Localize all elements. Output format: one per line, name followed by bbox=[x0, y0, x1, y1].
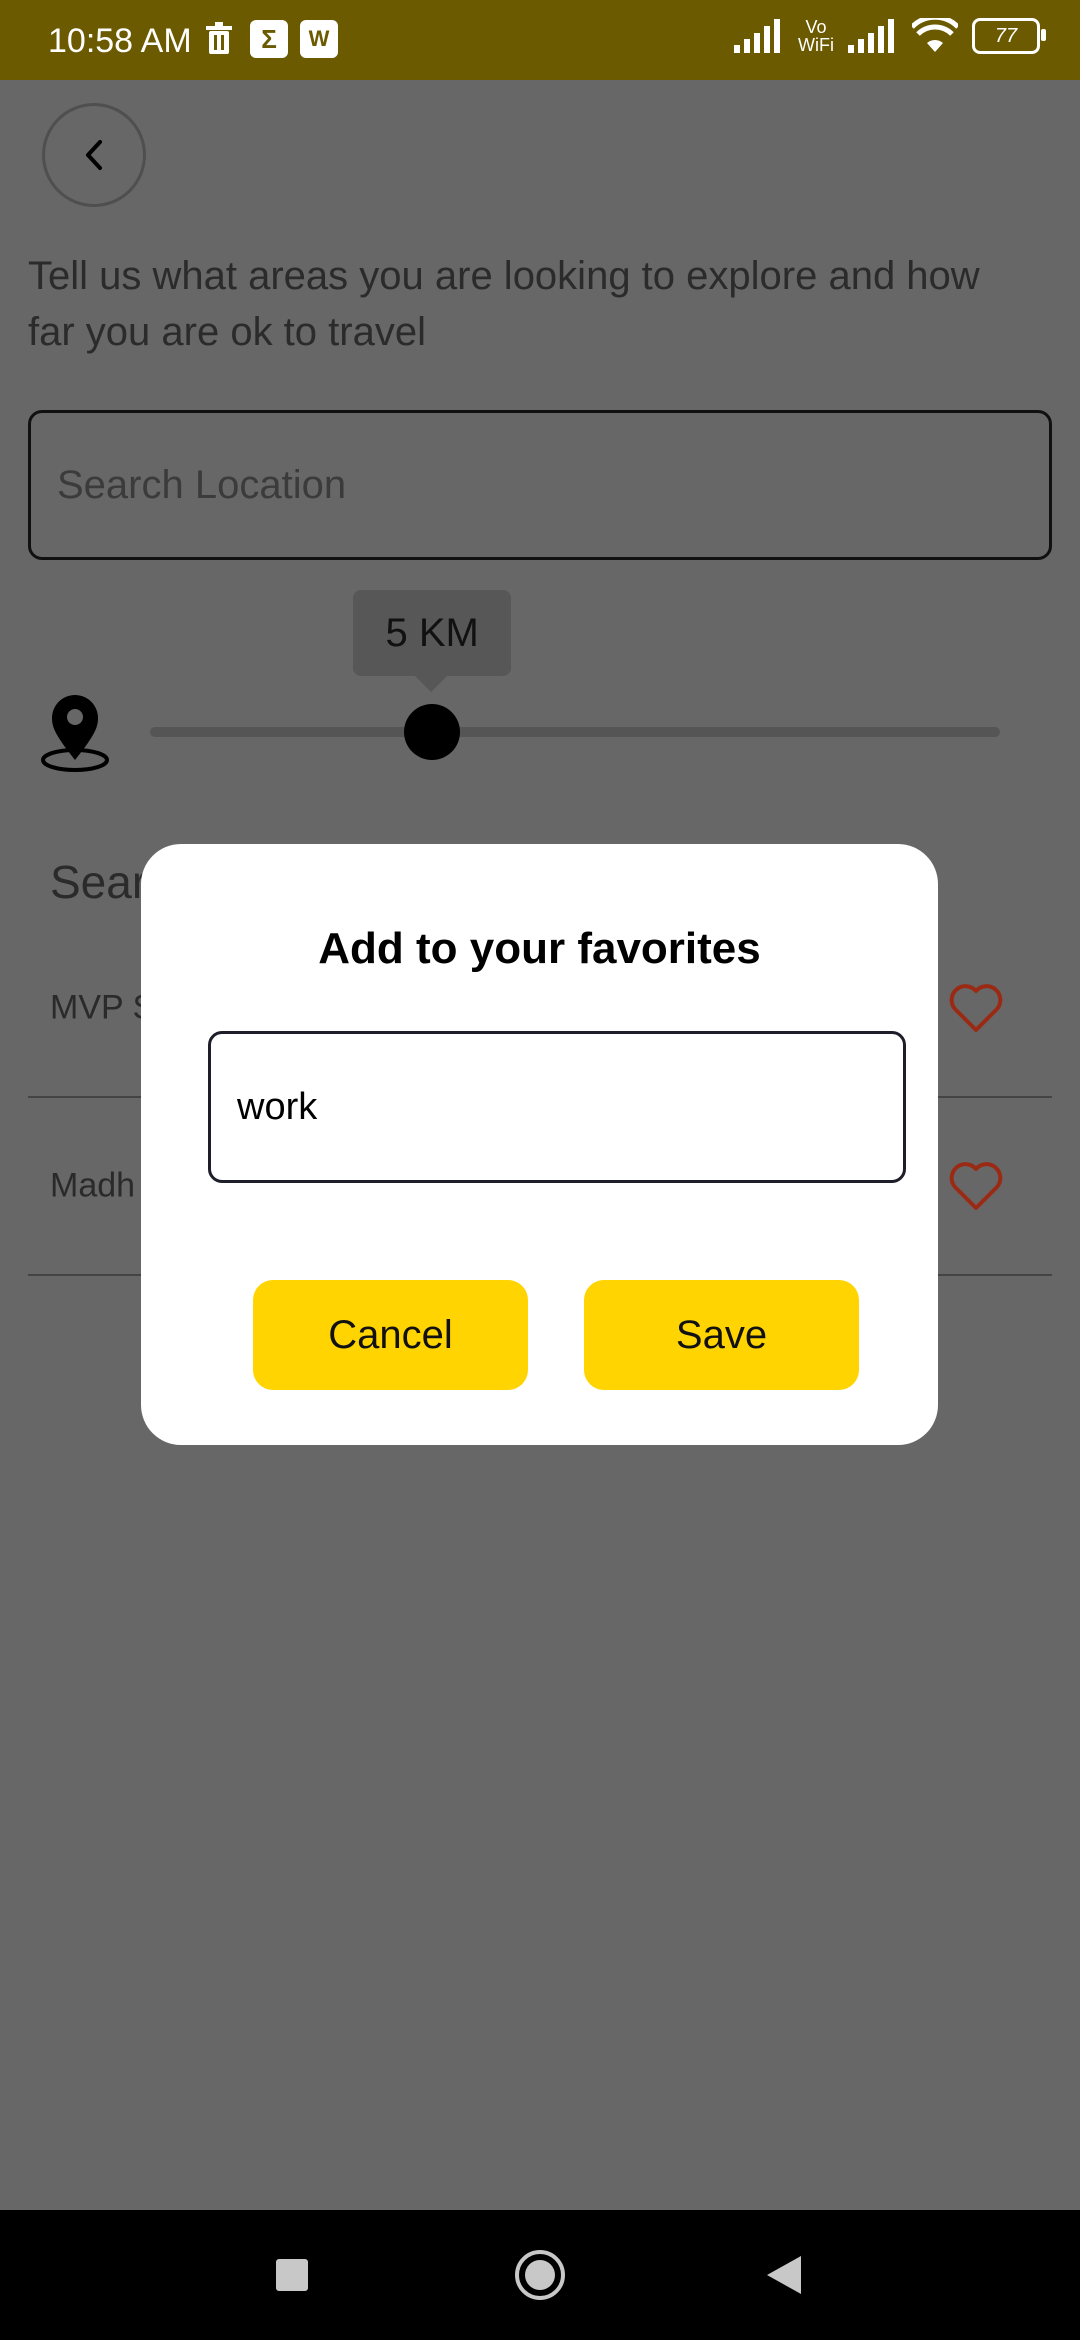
wps-icon: W bbox=[300, 20, 338, 58]
status-time: 10:58 AM bbox=[48, 22, 192, 60]
list-item-label: Madh bbox=[50, 1166, 136, 1205]
distance-tooltip: 5 KM bbox=[353, 590, 512, 692]
chevron-left-icon bbox=[86, 140, 102, 170]
distance-slider-track[interactable] bbox=[150, 727, 1000, 737]
signal-icon bbox=[734, 19, 781, 53]
intro-text: Tell us what areas you are looking to ex… bbox=[28, 254, 980, 354]
list-item-label: MVP S bbox=[50, 988, 156, 1027]
signal-2-icon bbox=[848, 19, 894, 53]
favorites-dialog: Add to your favorites Cancel Save bbox=[141, 844, 938, 1445]
vowifi-icon: Vo WiFi bbox=[798, 17, 834, 55]
status-icons-right: Vo WiFi 77 bbox=[734, 17, 1046, 55]
search-location-input[interactable]: Search Location bbox=[28, 410, 1052, 560]
section-title: Sear bbox=[50, 856, 148, 908]
home-circle-icon[interactable] bbox=[480, 2210, 600, 2340]
sigma-icon: Σ bbox=[250, 20, 288, 58]
wifi-icon bbox=[912, 18, 958, 52]
search-placeholder: Search Location bbox=[57, 462, 347, 507]
navigation-bar bbox=[0, 2210, 1080, 2340]
save-button[interactable]: Save bbox=[584, 1280, 859, 1390]
battery-icon: 77 bbox=[972, 18, 1046, 54]
distance-slider-thumb[interactable] bbox=[404, 704, 461, 760]
status-icons-left: Σ W bbox=[200, 20, 338, 58]
trash-icon bbox=[200, 20, 238, 58]
location-pin-icon bbox=[38, 690, 112, 779]
recents-square-icon[interactable] bbox=[232, 2210, 352, 2340]
status-bar: 10:58 AM Σ W Vo WiFi 77 bbox=[0, 0, 1080, 80]
dialog-title: Add to your favorites bbox=[318, 924, 761, 973]
heart-icon[interactable] bbox=[948, 982, 1004, 1034]
favorite-name-input[interactable] bbox=[208, 1031, 906, 1183]
cancel-button[interactable]: Cancel bbox=[253, 1280, 528, 1390]
heart-icon[interactable] bbox=[948, 1160, 1004, 1212]
back-button[interactable] bbox=[42, 103, 146, 207]
back-triangle-icon[interactable] bbox=[724, 2210, 844, 2340]
